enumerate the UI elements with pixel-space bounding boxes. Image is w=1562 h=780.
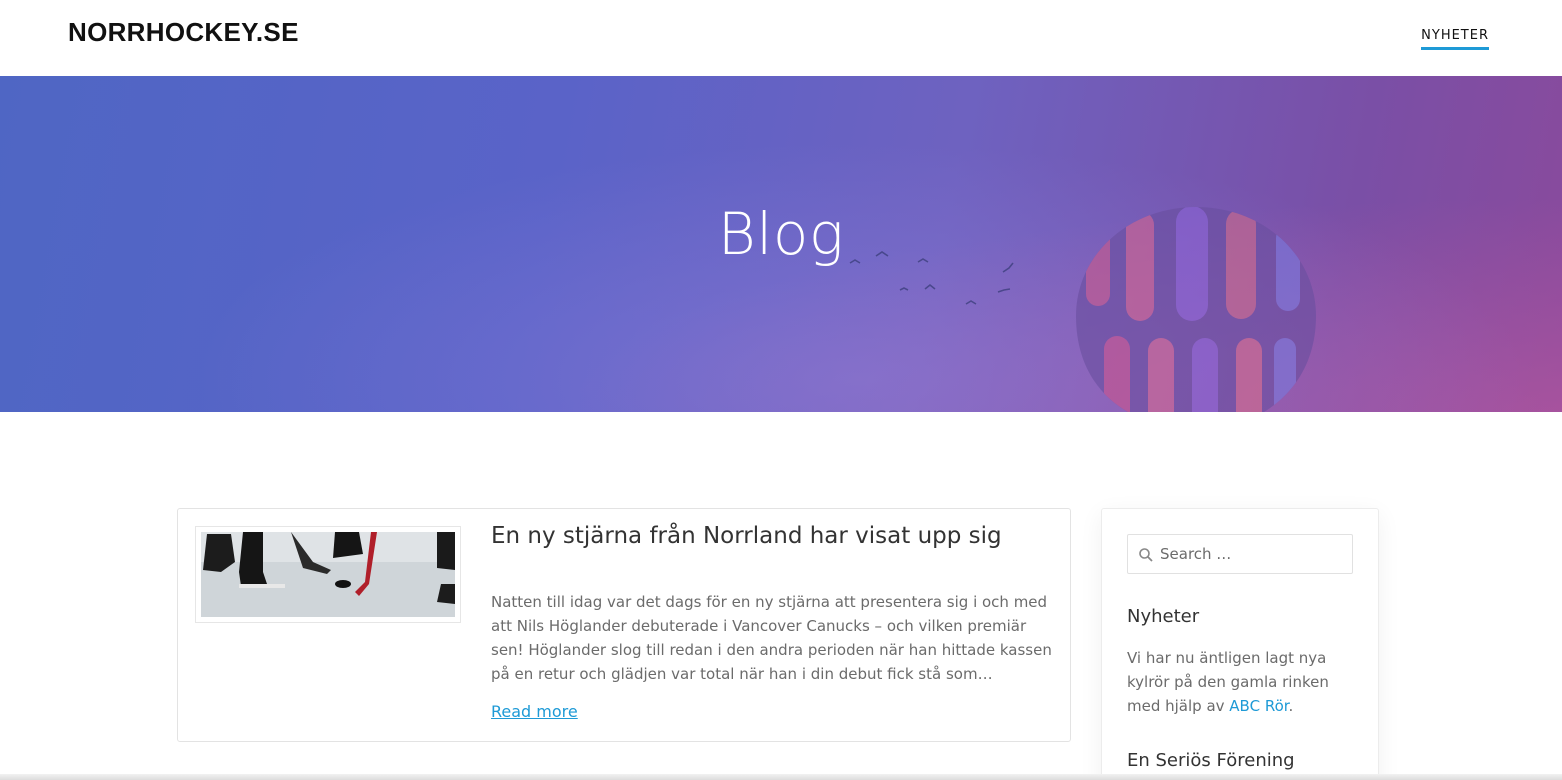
main-nav: NYHETER [1421,24,1489,50]
search-icon [1139,548,1153,562]
widget-text-before-link: Vi har nu äntligen lagt nya kylrör på de… [1127,649,1329,715]
post-title[interactable]: En ny stjärna från Norrland har visat up… [491,523,1002,549]
search-input[interactable] [1160,535,1350,573]
search-form [1127,534,1353,574]
abc-ror-link[interactable]: ABC Rör [1229,697,1288,715]
post-excerpt: Natten till idag var det dags för en ny … [491,593,1052,683]
post-card: En ny stjärna från Norrland har visat up… [177,508,1071,742]
horizontal-scrollbar[interactable] [0,774,1562,780]
widget-text-after-link: . [1288,697,1294,715]
site-title[interactable]: NORRHOCKEY.SE [68,17,299,48]
read-more-link[interactable]: Read more [491,702,578,721]
hero-banner: Blog [0,76,1562,412]
widget-title-nyheter: Nyheter [1127,606,1200,627]
site-header: NORRHOCKEY.SE NYHETER [0,0,1562,76]
hockey-image [201,532,455,617]
widget-text-nyheter: Vi har nu äntligen lagt nya kylrör på de… [1127,646,1357,718]
post-thumbnail[interactable] [195,526,461,623]
widget-title-serios-forening: En Seriös Förening [1127,750,1295,771]
nav-item-nyheter[interactable]: NYHETER [1421,28,1489,50]
sidebar: Nyheter Vi har nu äntligen lagt nya kylr… [1101,508,1379,780]
page-title: Blog [717,200,845,268]
